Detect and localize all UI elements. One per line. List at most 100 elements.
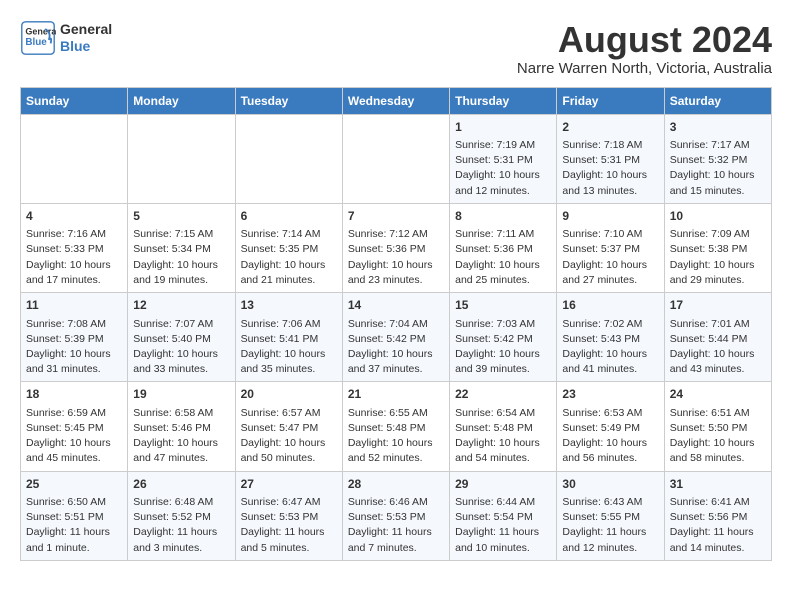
location-title: Narre Warren North, Victoria, Australia bbox=[517, 60, 772, 77]
day-info: Daylight: 11 hours bbox=[133, 525, 229, 540]
day-info: and 21 minutes. bbox=[241, 273, 337, 288]
day-info: Sunrise: 6:41 AM bbox=[670, 495, 766, 510]
day-number: 17 bbox=[670, 297, 766, 314]
day-number: 1 bbox=[455, 119, 551, 136]
day-info: Daylight: 10 hours bbox=[562, 168, 658, 183]
day-info: and 58 minutes. bbox=[670, 451, 766, 466]
logo-text: General Blue bbox=[60, 21, 112, 55]
weekday-header: Tuesday bbox=[235, 87, 342, 114]
day-info: Sunset: 5:40 PM bbox=[133, 332, 229, 347]
calendar-cell: 23Sunrise: 6:53 AMSunset: 5:49 PMDayligh… bbox=[557, 382, 664, 471]
day-info: Sunset: 5:48 PM bbox=[455, 421, 551, 436]
calendar-body: 1Sunrise: 7:19 AMSunset: 5:31 PMDaylight… bbox=[21, 114, 772, 560]
day-number: 30 bbox=[562, 476, 658, 493]
day-number: 22 bbox=[455, 386, 551, 403]
day-info: Daylight: 10 hours bbox=[670, 168, 766, 183]
day-info: and 7 minutes. bbox=[348, 541, 444, 556]
logo-line2: Blue bbox=[60, 38, 112, 55]
day-info: Sunset: 5:33 PM bbox=[26, 242, 122, 257]
day-info: Sunrise: 6:58 AM bbox=[133, 406, 229, 421]
day-info: Sunset: 5:56 PM bbox=[670, 510, 766, 525]
day-info: Sunrise: 6:57 AM bbox=[241, 406, 337, 421]
svg-text:General: General bbox=[25, 26, 56, 36]
day-info: Sunset: 5:37 PM bbox=[562, 242, 658, 257]
day-number: 25 bbox=[26, 476, 122, 493]
day-info: and 13 minutes. bbox=[562, 184, 658, 199]
page-header: General Blue General Blue August 2024 Na… bbox=[20, 20, 772, 77]
day-info: Sunrise: 6:48 AM bbox=[133, 495, 229, 510]
calendar-week-row: 18Sunrise: 6:59 AMSunset: 5:45 PMDayligh… bbox=[21, 382, 772, 471]
day-info: Daylight: 10 hours bbox=[26, 347, 122, 362]
day-number: 9 bbox=[562, 208, 658, 225]
day-info: Sunset: 5:50 PM bbox=[670, 421, 766, 436]
day-info: and 5 minutes. bbox=[241, 541, 337, 556]
day-info: Sunrise: 7:18 AM bbox=[562, 138, 658, 153]
day-info: Daylight: 11 hours bbox=[670, 525, 766, 540]
day-info: and 10 minutes. bbox=[455, 541, 551, 556]
day-info: Daylight: 11 hours bbox=[348, 525, 444, 540]
day-info: Daylight: 10 hours bbox=[562, 347, 658, 362]
day-info: Sunrise: 7:08 AM bbox=[26, 317, 122, 332]
day-info: Sunrise: 7:06 AM bbox=[241, 317, 337, 332]
day-number: 23 bbox=[562, 386, 658, 403]
calendar-cell: 3 Sunrise: 7:17 AMSunset: 5:32 PMDaylight… bbox=[664, 114, 771, 203]
day-info: Sunrise: 6:47 AM bbox=[241, 495, 337, 510]
day-info: Sunrise: 6:46 AM bbox=[348, 495, 444, 510]
calendar-cell bbox=[21, 114, 128, 203]
day-info: and 17 minutes. bbox=[26, 273, 122, 288]
day-info: Sunrise: 7:02 AM bbox=[562, 317, 658, 332]
calendar-cell: 12Sunrise: 7:07 AMSunset: 5:40 PMDayligh… bbox=[128, 293, 235, 382]
day-info: Daylight: 10 hours bbox=[133, 436, 229, 451]
day-info: Daylight: 10 hours bbox=[26, 436, 122, 451]
day-info: Sunset: 5:38 PM bbox=[670, 242, 766, 257]
day-info: and 35 minutes. bbox=[241, 362, 337, 377]
day-info: and 14 minutes. bbox=[670, 541, 766, 556]
calendar-cell: 17 Sunrise: 7:01 AMSunset: 5:44 PMDayligh… bbox=[664, 293, 771, 382]
day-info: and 41 minutes. bbox=[562, 362, 658, 377]
day-info: and 47 minutes. bbox=[133, 451, 229, 466]
day-info: Sunrise: 7:01 AM bbox=[670, 317, 766, 332]
day-info: Daylight: 10 hours bbox=[241, 258, 337, 273]
day-info: Sunset: 5:32 PM bbox=[670, 153, 766, 168]
calendar-cell: 24Sunrise: 6:51 AMSunset: 5:50 PMDayligh… bbox=[664, 382, 771, 471]
calendar-cell: 16Sunrise: 7:02 AMSunset: 5:43 PMDayligh… bbox=[557, 293, 664, 382]
calendar-cell: 15Sunrise: 7:03 AMSunset: 5:42 PMDayligh… bbox=[450, 293, 557, 382]
calendar-cell: 5Sunrise: 7:15 AMSunset: 5:34 PMDaylight… bbox=[128, 203, 235, 292]
day-info: Sunset: 5:31 PM bbox=[455, 153, 551, 168]
day-info: Daylight: 11 hours bbox=[455, 525, 551, 540]
day-number: 8 bbox=[455, 208, 551, 225]
day-info: Daylight: 10 hours bbox=[455, 347, 551, 362]
day-number: 3 bbox=[670, 119, 766, 136]
day-info: Daylight: 10 hours bbox=[455, 436, 551, 451]
day-info: Sunset: 5:53 PM bbox=[241, 510, 337, 525]
day-info: Sunset: 5:36 PM bbox=[455, 242, 551, 257]
logo-icon: General Blue bbox=[20, 20, 56, 56]
day-info: Daylight: 10 hours bbox=[241, 347, 337, 362]
calendar-cell: 1Sunrise: 7:19 AMSunset: 5:31 PMDaylight… bbox=[450, 114, 557, 203]
day-info: Daylight: 10 hours bbox=[670, 347, 766, 362]
calendar-cell: 31Sunrise: 6:41 AMSunset: 5:56 PMDayligh… bbox=[664, 471, 771, 560]
calendar-cell: 22Sunrise: 6:54 AMSunset: 5:48 PMDayligh… bbox=[450, 382, 557, 471]
logo: General Blue General Blue bbox=[20, 20, 112, 56]
calendar-table: SundayMondayTuesdayWednesdayThursdayFrid… bbox=[20, 87, 772, 561]
day-info: Sunset: 5:42 PM bbox=[455, 332, 551, 347]
day-info: Sunset: 5:44 PM bbox=[670, 332, 766, 347]
day-info: Daylight: 10 hours bbox=[562, 258, 658, 273]
day-info: Sunrise: 7:17 AM bbox=[670, 138, 766, 153]
day-number: 27 bbox=[241, 476, 337, 493]
day-number: 7 bbox=[348, 208, 444, 225]
calendar-cell: 7Sunrise: 7:12 AMSunset: 5:36 PMDaylight… bbox=[342, 203, 449, 292]
day-info: Sunset: 5:46 PM bbox=[133, 421, 229, 436]
calendar-cell: 13Sunrise: 7:06 AMSunset: 5:41 PMDayligh… bbox=[235, 293, 342, 382]
day-number: 15 bbox=[455, 297, 551, 314]
day-info: Daylight: 11 hours bbox=[26, 525, 122, 540]
weekday-header: Friday bbox=[557, 87, 664, 114]
day-info: and 31 minutes. bbox=[26, 362, 122, 377]
day-info: Daylight: 11 hours bbox=[562, 525, 658, 540]
day-number: 18 bbox=[26, 386, 122, 403]
day-info: and 39 minutes. bbox=[455, 362, 551, 377]
day-info: Daylight: 10 hours bbox=[348, 436, 444, 451]
calendar-cell: 9Sunrise: 7:10 AMSunset: 5:37 PMDaylight… bbox=[557, 203, 664, 292]
calendar-header-row: SundayMondayTuesdayWednesdayThursdayFrid… bbox=[21, 87, 772, 114]
calendar-cell: 11Sunrise: 7:08 AMSunset: 5:39 PMDayligh… bbox=[21, 293, 128, 382]
